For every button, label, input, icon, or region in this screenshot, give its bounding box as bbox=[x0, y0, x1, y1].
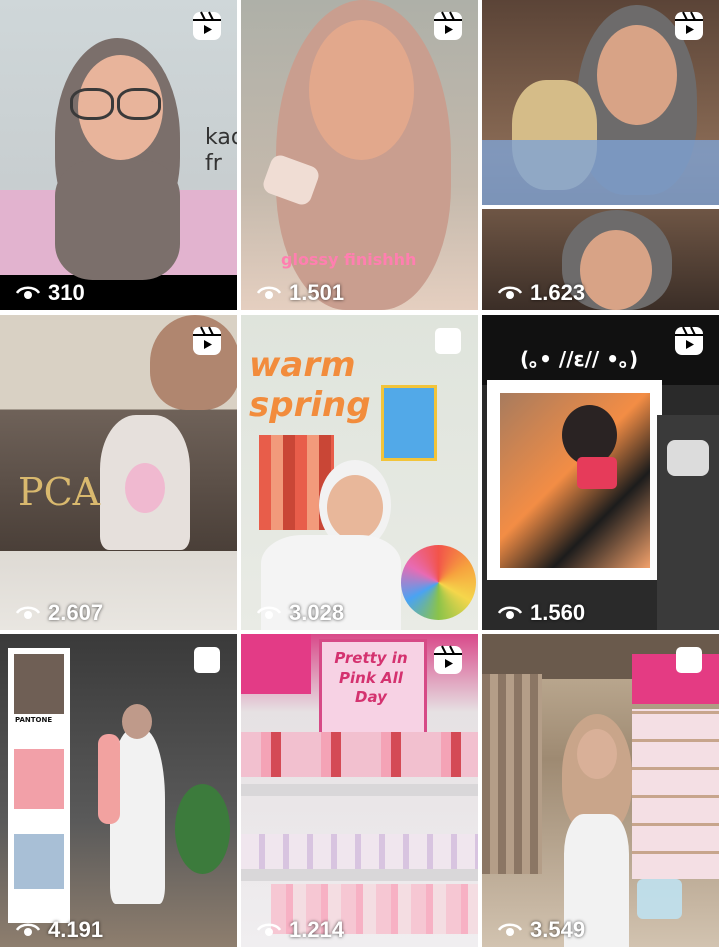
post-overlay-text: PANTONE bbox=[15, 716, 53, 724]
eye-icon bbox=[498, 606, 522, 619]
view-count-label: 310 bbox=[48, 280, 85, 305]
post-overlay-text: (｡• //ε// •｡) bbox=[520, 347, 639, 371]
view-count: 3.549 bbox=[498, 919, 585, 941]
post-tile[interactable]: (｡• //ε// •｡) 1.560 bbox=[482, 315, 719, 630]
view-count: 1.623 bbox=[498, 282, 585, 304]
post-grid: kad fr 310 glossy finishhh 1.501 1.623 bbox=[0, 0, 719, 947]
view-count-label: 2.607 bbox=[48, 600, 104, 625]
view-count: 1.214 bbox=[257, 919, 344, 941]
reel-icon bbox=[193, 11, 221, 40]
eye-icon bbox=[498, 923, 522, 936]
reel-icon bbox=[434, 11, 462, 40]
carousel-icon bbox=[435, 328, 461, 354]
view-count: 310 bbox=[16, 282, 85, 304]
eye-icon bbox=[257, 606, 281, 619]
post-overlay-text: Pretty in Pink All Day bbox=[334, 649, 408, 706]
view-count-label: 3.549 bbox=[530, 917, 586, 942]
eye-icon bbox=[257, 286, 281, 299]
post-overlay-text: glossy finishhh bbox=[281, 250, 417, 269]
eye-icon bbox=[16, 286, 40, 299]
post-tile[interactable]: Pretty in Pink All Day 1.214 bbox=[241, 634, 478, 947]
view-count: 3.028 bbox=[257, 602, 344, 624]
post-tile[interactable]: PANTONE 4.191 bbox=[0, 634, 237, 947]
post-overlay-text: warm spring bbox=[249, 345, 371, 425]
eye-icon bbox=[16, 923, 40, 936]
eye-icon bbox=[498, 286, 522, 299]
view-count-label: 3.028 bbox=[289, 600, 345, 625]
post-tile[interactable]: 1.623 bbox=[482, 0, 719, 310]
view-count-label: 1.214 bbox=[289, 917, 345, 942]
post-overlay-text: kad fr bbox=[205, 125, 237, 177]
reel-icon bbox=[675, 11, 703, 40]
reel-icon bbox=[434, 645, 462, 674]
carousel-icon bbox=[676, 647, 702, 673]
view-count: 1.501 bbox=[257, 282, 344, 304]
reel-icon bbox=[675, 326, 703, 355]
eye-icon bbox=[16, 606, 40, 619]
post-tile[interactable]: kad fr 310 bbox=[0, 0, 237, 310]
view-count-label: 1.623 bbox=[530, 280, 586, 305]
view-count: 4.191 bbox=[16, 919, 103, 941]
view-count: 1.560 bbox=[498, 602, 585, 624]
view-count-label: 1.501 bbox=[289, 280, 345, 305]
post-tile[interactable]: glossy finishhh 1.501 bbox=[241, 0, 478, 310]
view-count-label: 4.191 bbox=[48, 917, 104, 942]
view-count-label: 1.560 bbox=[530, 600, 586, 625]
post-overlay-text: PCA bbox=[18, 470, 101, 514]
view-count: 2.607 bbox=[16, 602, 103, 624]
eye-icon bbox=[257, 923, 281, 936]
post-tile[interactable]: 3.549 bbox=[482, 634, 719, 947]
carousel-icon bbox=[194, 647, 220, 673]
post-tile[interactable]: warm spring 3.028 bbox=[241, 315, 478, 630]
post-tile[interactable]: PCA 2.607 bbox=[0, 315, 237, 630]
reel-icon bbox=[193, 326, 221, 355]
